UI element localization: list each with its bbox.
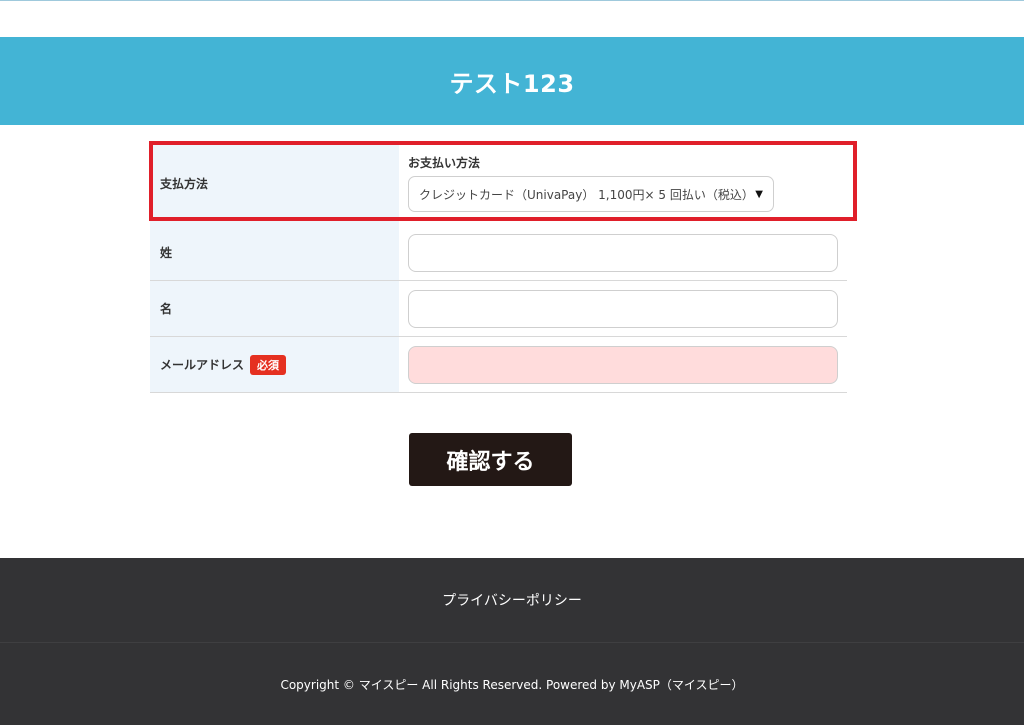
first-name-input[interactable] bbox=[408, 289, 838, 328]
last-name-input[interactable] bbox=[408, 233, 838, 272]
first-name-field bbox=[399, 281, 847, 336]
email-label-cell: メールアドレス 必須 bbox=[150, 337, 399, 392]
confirm-button[interactable]: 確認する bbox=[409, 433, 572, 486]
last-name-field bbox=[399, 225, 847, 280]
payment-method-selected-value: クレジットカード（UnivaPay） 1,100円× 5 回払い（税込） bbox=[419, 187, 754, 202]
email-input[interactable] bbox=[408, 345, 838, 384]
first-name-label: 名 bbox=[150, 281, 399, 336]
email-label: メールアドレス bbox=[160, 358, 245, 372]
payment-method-field: お支払い方法 クレジットカード（UnivaPay） 1,100円× 5 回払い（… bbox=[399, 141, 847, 225]
payment-method-label: 支払方法 bbox=[150, 141, 399, 225]
email-field bbox=[399, 337, 847, 392]
last-name-row: 姓 bbox=[150, 225, 847, 281]
payment-method-sublabel: お支払い方法 bbox=[408, 156, 481, 170]
required-badge: 必須 bbox=[250, 354, 287, 375]
last-name-label: 姓 bbox=[150, 225, 399, 280]
caret-down-icon: ▼ bbox=[755, 188, 763, 200]
top-divider bbox=[0, 0, 1024, 1]
first-name-row: 名 bbox=[150, 281, 847, 337]
payment-method-row: 支払方法 お支払い方法 クレジットカード（UnivaPay） 1,100円× 5… bbox=[150, 141, 847, 225]
payment-method-select[interactable]: クレジットカード（UnivaPay） 1,100円× 5 回払い（税込） ▼ bbox=[408, 176, 774, 212]
order-form: 支払方法 お支払い方法 クレジットカード（UnivaPay） 1,100円× 5… bbox=[150, 141, 847, 393]
copyright-text: Copyright © マイスピー All Rights Reserved. P… bbox=[280, 677, 744, 692]
footer-copyright-bar: Copyright © マイスピー All Rights Reserved. P… bbox=[0, 642, 1024, 725]
page-title: テスト123 bbox=[449, 69, 575, 98]
email-row: メールアドレス 必須 bbox=[150, 337, 847, 393]
footer-nav: プライバシーポリシー bbox=[0, 558, 1024, 642]
page-header: テスト123 bbox=[0, 37, 1024, 125]
privacy-policy-link[interactable]: プライバシーポリシー bbox=[442, 590, 582, 610]
